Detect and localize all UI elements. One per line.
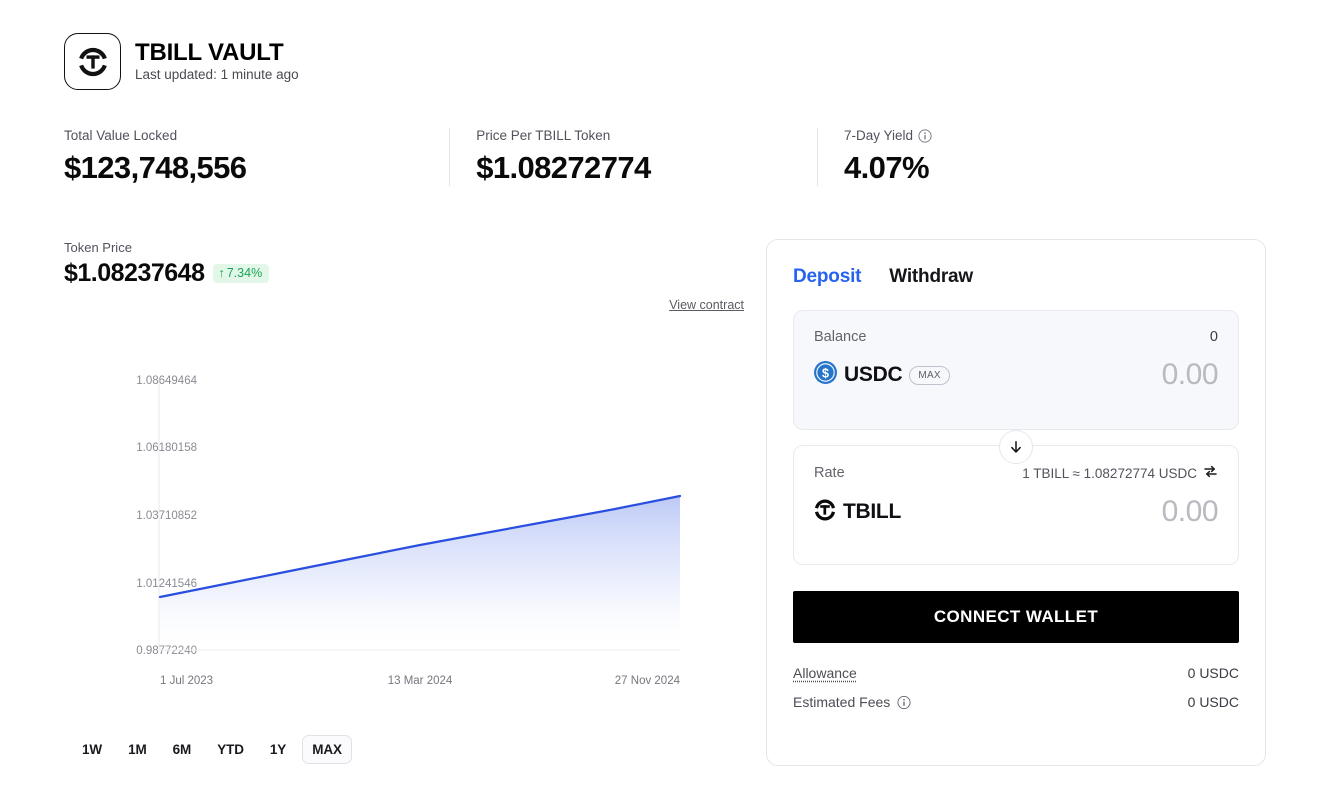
range-button-max[interactable]: MAX xyxy=(302,735,352,764)
balance-value: 0 xyxy=(1210,329,1218,345)
stat-price-per-tbill-token: Price Per TBILL Token $1.08272774 xyxy=(449,128,817,186)
tab-withdraw[interactable]: Withdraw xyxy=(889,266,973,288)
price-chart[interactable]: 1.08649464 1.06180158 1.03710852 1.01241… xyxy=(64,368,744,668)
to-token-field: Rate 1 TBILL ≈ 1.08272774 USDC xyxy=(793,445,1239,565)
y-axis-tick: 1.06180158 xyxy=(136,442,197,454)
from-token-selector[interactable]: $ USDC MAX xyxy=(814,361,950,389)
transaction-summary: Allowance 0 USDC Estimated Fees 0 USDC xyxy=(793,665,1239,710)
token-price-row: $1.08237648 ↑ 7.34% xyxy=(64,259,744,288)
stat-value: $1.08272774 xyxy=(476,150,817,186)
stat-label: Total Value Locked xyxy=(64,128,449,143)
x-axis-tick: 27 Nov 2024 xyxy=(615,675,681,687)
tbill-logo-icon xyxy=(64,33,121,90)
rate-value: 1 TBILL ≈ 1.08272774 USDC xyxy=(1022,466,1197,481)
price-change-value: 7.34% xyxy=(227,267,262,280)
chart-area-fill xyxy=(160,496,680,650)
to-token-selector[interactable]: TBILL xyxy=(814,499,901,526)
stat-value: $123,748,556 xyxy=(64,150,449,186)
stat-label-text: Price Per TBILL Token xyxy=(476,128,610,143)
rate-value-wrap: 1 TBILL ≈ 1.08272774 USDC xyxy=(1022,464,1218,482)
info-icon[interactable] xyxy=(918,129,932,143)
page-title: TBILL VAULT xyxy=(135,40,299,65)
x-axis-tick: 1 Jul 2023 xyxy=(160,675,213,687)
summary-label-wrap: Allowance xyxy=(793,665,857,681)
tab-deposit[interactable]: Deposit xyxy=(793,266,861,288)
token-price-label: Token Price xyxy=(64,240,744,255)
stat-total-value-locked: Total Value Locked $123,748,556 xyxy=(64,128,449,186)
view-contract-link[interactable]: View contract xyxy=(669,298,744,312)
summary-row-estimated-fees: Estimated Fees 0 USDC xyxy=(793,694,1239,710)
stat-label: Price Per TBILL Token xyxy=(476,128,817,143)
from-token-field: Balance 0 $ USDC MAX xyxy=(793,310,1239,430)
page-header: TBILL VAULT Last updated: 1 minute ago xyxy=(64,33,299,90)
from-amount-input[interactable] xyxy=(998,358,1218,392)
deposit-withdraw-tabs: Deposit Withdraw xyxy=(793,266,1239,288)
chart-panel: Token Price $1.08237648 ↑ 7.34% View con… xyxy=(64,240,744,770)
range-button-6m[interactable]: 6M xyxy=(163,735,202,764)
from-token-name: USDC xyxy=(844,363,902,387)
allowance-value: 0 USDC xyxy=(1188,665,1239,681)
y-axis-tick: 1.03710852 xyxy=(136,510,197,522)
stat-value: 4.07% xyxy=(844,150,1064,186)
x-axis-tick: 13 Mar 2024 xyxy=(388,675,453,687)
range-button-1w[interactable]: 1W xyxy=(72,735,112,764)
rate-label: Rate xyxy=(814,465,845,481)
to-token-name: TBILL xyxy=(843,500,901,524)
last-updated-text: Last updated: 1 minute ago xyxy=(135,68,299,83)
to-amount-row: TBILL xyxy=(814,495,1218,529)
swap-arrows-icon[interactable] xyxy=(1203,464,1218,482)
y-axis-tick: 1.08649464 xyxy=(136,375,197,387)
to-amount-input[interactable] xyxy=(998,495,1218,529)
stat-label: 7-Day Yield xyxy=(844,128,1064,143)
token-price-value: $1.08237648 xyxy=(64,259,204,288)
deposit-card: Deposit Withdraw Balance 0 $ USDC MAX xyxy=(766,239,1266,766)
connect-wallet-button[interactable]: CONNECT WALLET xyxy=(793,591,1239,643)
range-button-ytd[interactable]: YTD xyxy=(207,735,254,764)
usdc-icon: $ xyxy=(814,361,837,389)
y-axis-tick: 1.01241546 xyxy=(136,578,197,590)
svg-text:$: $ xyxy=(822,366,829,380)
from-amount-row: $ USDC MAX xyxy=(814,358,1218,392)
tbill-token-icon xyxy=(814,499,836,526)
price-change-badge: ↑ 7.34% xyxy=(213,264,269,283)
rate-row: Rate 1 TBILL ≈ 1.08272774 USDC xyxy=(814,464,1218,482)
summary-label-wrap: Estimated Fees xyxy=(793,694,911,710)
time-range-selector[interactable]: 1W 1M 6M YTD 1Y MAX xyxy=(72,735,352,764)
info-icon[interactable] xyxy=(897,695,911,709)
summary-row-allowance: Allowance 0 USDC xyxy=(793,665,1239,681)
balance-label: Balance xyxy=(814,329,866,345)
estimated-fees-label: Estimated Fees xyxy=(793,694,890,710)
stat-label-text: Total Value Locked xyxy=(64,128,177,143)
range-button-1y[interactable]: 1Y xyxy=(260,735,296,764)
balance-row: Balance 0 xyxy=(814,329,1218,345)
allowance-label[interactable]: Allowance xyxy=(793,665,857,681)
range-button-1m[interactable]: 1M xyxy=(118,735,157,764)
max-button[interactable]: MAX xyxy=(909,366,950,385)
stat-7-day-yield: 7-Day Yield 4.07% xyxy=(817,128,1064,186)
arrow-down-icon[interactable] xyxy=(999,430,1033,464)
stat-label-text: 7-Day Yield xyxy=(844,128,913,143)
stats-row: Total Value Locked $123,748,556 Price Pe… xyxy=(64,128,1064,186)
estimated-fees-value: 0 USDC xyxy=(1188,694,1239,710)
arrow-up-icon: ↑ xyxy=(218,267,224,280)
